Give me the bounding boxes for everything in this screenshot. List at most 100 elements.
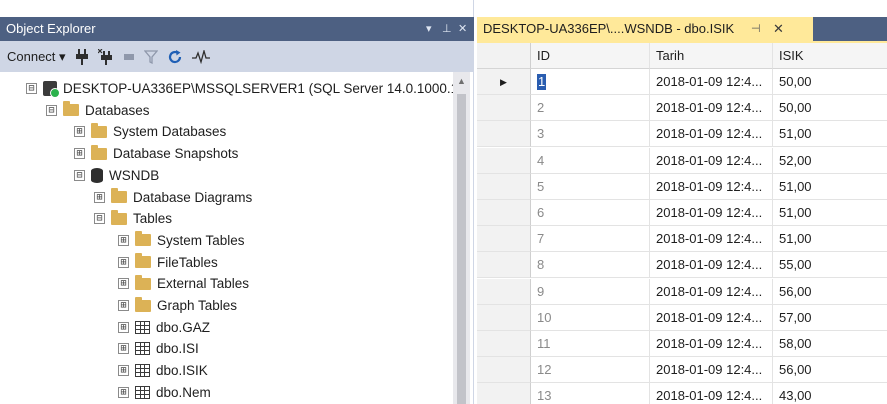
auto-hide-pin-icon[interactable]: ⊥: [442, 17, 452, 41]
cell-tarih[interactable]: 2018-01-09 12:4...: [650, 331, 773, 357]
tree-node[interactable]: ⊞ System Tables: [118, 230, 245, 251]
cell-tarih[interactable]: 2018-01-09 12:4...: [650, 173, 773, 200]
tree-node[interactable]: ⊞ dbo.GAZ: [118, 317, 210, 338]
close-panel-icon[interactable]: ✕: [458, 17, 467, 41]
tree-node[interactable]: ⊞ FileTables: [118, 252, 218, 273]
cell-tarih[interactable]: 2018-01-09 12:4...: [650, 226, 773, 253]
cell-tarih[interactable]: 2018-01-09 12:4...: [650, 147, 773, 174]
stop-icon[interactable]: [120, 46, 138, 68]
cell-id[interactable]: 7: [531, 226, 650, 253]
expand-node-icon[interactable]: ⊞: [118, 300, 129, 311]
row-selector[interactable]: [477, 121, 531, 148]
column-header-tarih[interactable]: Tarih: [650, 43, 773, 69]
collapse-node-icon[interactable]: ⊟: [94, 213, 105, 225]
cell-tarih[interactable]: 2018-01-09 12:4...: [650, 304, 773, 331]
expand-node-icon[interactable]: ⊞: [118, 256, 129, 268]
tree-node[interactable]: ⊞ Database Diagrams: [94, 187, 252, 208]
row-selector[interactable]: [477, 383, 531, 404]
row-selector[interactable]: ▶: [477, 69, 531, 95]
refresh-icon[interactable]: [164, 46, 186, 68]
row-selector[interactable]: [477, 252, 531, 279]
table-row[interactable]: 8 2018-01-09 12:4... 55,00: [477, 252, 887, 279]
row-selector[interactable]: [477, 331, 531, 357]
cell-id[interactable]: 12: [531, 357, 650, 384]
cell-id[interactable]: 3: [531, 121, 650, 148]
scroll-up-arrow-icon[interactable]: ▲: [453, 76, 470, 86]
tree-node[interactable]: ⊞ dbo.ISIK: [118, 360, 208, 381]
cell-tarih[interactable]: 2018-01-09 12:4...: [650, 200, 773, 226]
row-selector[interactable]: [477, 304, 531, 331]
expand-node-icon[interactable]: ⊞: [118, 321, 129, 333]
cell-id[interactable]: 11: [531, 331, 650, 357]
row-selector-header[interactable]: [477, 43, 531, 69]
cell-isik[interactable]: 56,00: [773, 357, 887, 384]
cell-isik[interactable]: 52,00: [773, 148, 887, 174]
connect-button[interactable]: Connect ▾: [4, 46, 69, 68]
cell-isik[interactable]: 50,00: [773, 95, 887, 122]
filter-icon[interactable]: [141, 46, 161, 68]
tree-node[interactable]: ⊟ Databases: [46, 100, 150, 121]
cell-id[interactable]: 9: [531, 278, 650, 305]
cell-isik[interactable]: 51,00: [773, 174, 887, 200]
row-selector[interactable]: [477, 95, 531, 122]
cell-id[interactable]: 10: [531, 304, 650, 331]
column-header-id[interactable]: ID: [531, 43, 650, 69]
row-selector[interactable]: [477, 278, 531, 305]
cell-tarih[interactable]: 2018-01-09 12:4...: [650, 252, 773, 279]
cell-id[interactable]: 1: [531, 69, 650, 95]
tree-node[interactable]: ⊞ Database Snapshots: [74, 143, 238, 164]
document-tab-isik[interactable]: DESKTOP-UA336EP\....WSNDB - dbo.ISIK ⊣ ✕: [477, 17, 813, 41]
tree-node[interactable]: ⊞ Graph Tables: [118, 295, 237, 316]
expand-node-icon[interactable]: ⊞: [94, 191, 105, 203]
table-row[interactable]: 6 2018-01-09 12:4... 51,00: [477, 200, 887, 226]
tree-node[interactable]: ⊞ System Databases: [74, 121, 226, 142]
cell-tarih[interactable]: 2018-01-09 12:4...: [650, 357, 773, 384]
table-row[interactable]: 2 2018-01-09 12:4... 50,00: [477, 95, 887, 122]
cell-tarih[interactable]: 2018-01-09 12:4...: [650, 95, 773, 122]
row-selector[interactable]: [477, 173, 531, 200]
disconnect-plug-icon[interactable]: [95, 46, 117, 68]
cell-isik[interactable]: 51,00: [773, 200, 887, 226]
cell-id[interactable]: 13: [531, 383, 650, 404]
cell-id[interactable]: 4: [531, 147, 650, 174]
table-row[interactable]: 9 2018-01-09 12:4... 56,00: [477, 278, 887, 305]
connect-plug-icon[interactable]: [72, 46, 92, 68]
tab-pin-icon[interactable]: ⊣: [751, 17, 761, 41]
object-explorer-scrollbar[interactable]: ▲: [453, 72, 470, 404]
row-selector[interactable]: [477, 147, 531, 174]
table-row[interactable]: 3 2018-01-09 12:4... 51,00: [477, 121, 887, 148]
expand-node-icon[interactable]: ⊞: [74, 126, 85, 138]
tree-node[interactable]: ⊞ dbo.ISI: [118, 338, 199, 359]
expand-node-icon[interactable]: ⊞: [118, 234, 129, 246]
expand-node-icon[interactable]: ⊞: [118, 386, 129, 398]
table-row[interactable]: 11 2018-01-09 12:4... 58,00: [477, 331, 887, 357]
tree-node[interactable]: ⊞ dbo.Nem: [118, 382, 211, 403]
tree-node[interactable]: ⊟ DESKTOP-UA336EP\MSSQLSERVER1 (SQL Serve…: [26, 78, 460, 99]
cell-isik[interactable]: 58,00: [773, 331, 887, 357]
row-selector[interactable]: [477, 357, 531, 384]
row-selector[interactable]: [477, 200, 531, 226]
collapse-node-icon[interactable]: ⊟: [26, 83, 37, 94]
collapse-node-icon[interactable]: ⊟: [74, 169, 85, 181]
row-selector[interactable]: [477, 226, 531, 253]
tab-close-icon[interactable]: ✕: [773, 17, 784, 41]
cell-tarih[interactable]: 2018-01-09 12:4...: [650, 278, 773, 305]
cell-id[interactable]: 5: [531, 173, 650, 200]
table-row[interactable]: 5 2018-01-09 12:4... 51,00: [477, 173, 887, 200]
cell-isik[interactable]: 50,00: [773, 69, 887, 95]
cell-isik[interactable]: 43,00: [773, 383, 887, 404]
cell-tarih[interactable]: 2018-01-09 12:4...: [650, 383, 773, 404]
expand-node-icon[interactable]: ⊞: [74, 148, 85, 160]
table-row[interactable]: 4 2018-01-09 12:4... 52,00: [477, 147, 887, 174]
expand-node-icon[interactable]: ⊞: [118, 278, 129, 290]
expand-node-icon[interactable]: ⊞: [118, 343, 129, 355]
tree-node[interactable]: ⊟ WSNDB: [74, 165, 159, 186]
cell-tarih[interactable]: 2018-01-09 12:4...: [650, 69, 773, 95]
current-cell-value[interactable]: 1: [537, 74, 547, 90]
activity-monitor-icon[interactable]: [189, 46, 213, 68]
cell-id[interactable]: 8: [531, 252, 650, 279]
cell-isik[interactable]: 55,00: [773, 252, 887, 279]
tree-node[interactable]: ⊟ Tables: [94, 208, 172, 229]
cell-isik[interactable]: 56,00: [773, 279, 887, 305]
cell-isik[interactable]: 57,00: [773, 305, 887, 331]
